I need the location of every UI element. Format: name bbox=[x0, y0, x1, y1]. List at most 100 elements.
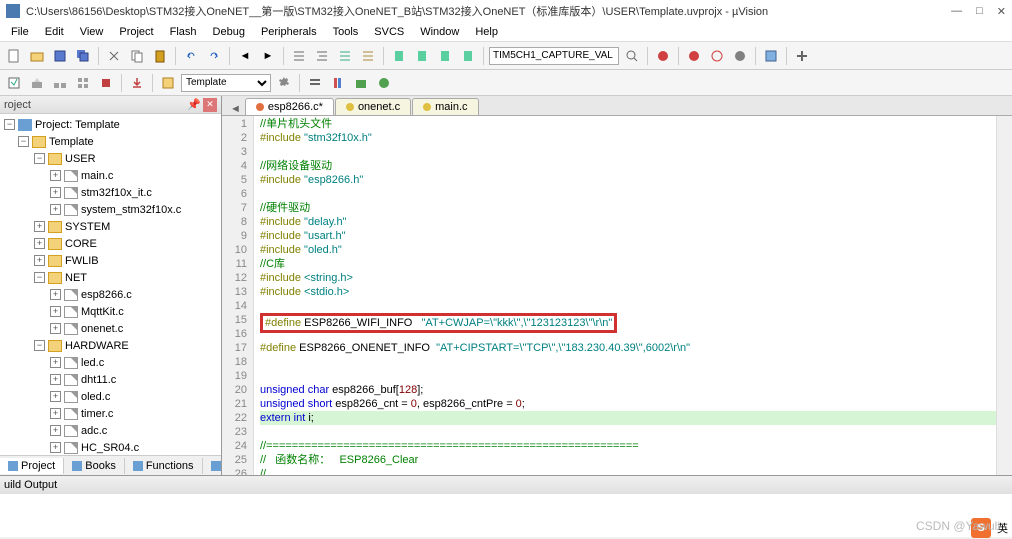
tree-file-stm32f10x_it-c[interactable]: +stm32f10x_it.c bbox=[0, 184, 221, 201]
tree-group-net[interactable]: −NET bbox=[0, 269, 221, 286]
tree-expander[interactable]: + bbox=[50, 204, 61, 215]
breakpoint-disable-icon[interactable] bbox=[707, 46, 727, 66]
find-combo[interactable] bbox=[489, 47, 619, 65]
menu-flash[interactable]: Flash bbox=[163, 24, 204, 40]
tree-expander[interactable]: − bbox=[34, 340, 45, 351]
save-all-icon[interactable] bbox=[73, 46, 93, 66]
tree-expander[interactable]: + bbox=[50, 187, 61, 198]
menu-debug[interactable]: Debug bbox=[206, 24, 252, 40]
code-line-22[interactable]: extern int i; bbox=[260, 411, 996, 425]
code-line-17[interactable]: #define ESP8266_ONENET_INFO "AT+CIPSTART… bbox=[260, 341, 996, 355]
nav-back-icon[interactable]: ◄ bbox=[235, 46, 255, 66]
menu-project[interactable]: Project bbox=[112, 24, 160, 40]
tree-expander[interactable]: + bbox=[34, 255, 45, 266]
rebuild-icon[interactable] bbox=[50, 73, 70, 93]
bookmark-icon[interactable] bbox=[389, 46, 409, 66]
tree-expander[interactable]: − bbox=[34, 153, 45, 164]
panel-tab-books[interactable]: Books bbox=[64, 458, 125, 474]
tree-group-hardware[interactable]: −HARDWARE bbox=[0, 337, 221, 354]
code-line-24[interactable]: //======================================… bbox=[260, 439, 996, 453]
tree-file-timer-c[interactable]: +timer.c bbox=[0, 405, 221, 422]
bookmark-next-icon[interactable] bbox=[435, 46, 455, 66]
tree-group-user[interactable]: −USER bbox=[0, 150, 221, 167]
tree-file-system_stm32f10x-c[interactable]: +system_stm32f10x.c bbox=[0, 201, 221, 218]
tree-file-oled-c[interactable]: +oled.c bbox=[0, 388, 221, 405]
code-line-21[interactable]: unsigned short esp8266_cnt = 0, esp8266_… bbox=[260, 397, 996, 411]
code-line-15[interactable]: #define ESP8266_WIFI_INFO "AT+CWJAP=\"kk… bbox=[260, 313, 996, 327]
tree-expander[interactable]: + bbox=[50, 170, 61, 181]
manage-icon[interactable] bbox=[305, 73, 325, 93]
tree-expander[interactable]: + bbox=[50, 425, 61, 436]
code-line-20[interactable]: unsigned char esp8266_buf[128]; bbox=[260, 383, 996, 397]
pack-icon[interactable] bbox=[351, 73, 371, 93]
tree-expander[interactable]: + bbox=[50, 289, 61, 300]
tree-group-core[interactable]: +CORE bbox=[0, 235, 221, 252]
menu-svcs[interactable]: SVCS bbox=[367, 24, 411, 40]
tree-expander[interactable]: + bbox=[34, 221, 45, 232]
code-line-9[interactable]: #include "usart.h" bbox=[260, 229, 996, 243]
code-line-6[interactable] bbox=[260, 187, 996, 201]
cut-icon[interactable] bbox=[104, 46, 124, 66]
panel-pin-icon[interactable]: 📌 bbox=[187, 98, 201, 112]
bookmark-clear-icon[interactable] bbox=[458, 46, 478, 66]
download-icon[interactable] bbox=[127, 73, 147, 93]
menu-help[interactable]: Help bbox=[468, 24, 505, 40]
tree-group-fwlib[interactable]: +FWLIB bbox=[0, 252, 221, 269]
tree-expander[interactable]: + bbox=[50, 391, 61, 402]
books-icon[interactable] bbox=[328, 73, 348, 93]
breakpoint-kill-icon[interactable] bbox=[730, 46, 750, 66]
find-icon[interactable] bbox=[622, 46, 642, 66]
file-tab-onenetc[interactable]: onenet.c bbox=[335, 98, 411, 115]
window-icon[interactable] bbox=[761, 46, 781, 66]
new-file-icon[interactable] bbox=[4, 46, 24, 66]
code-line-7[interactable]: //硬件驱动 bbox=[260, 201, 996, 215]
target-select[interactable]: Template bbox=[181, 74, 271, 92]
options-icon[interactable] bbox=[274, 73, 294, 93]
tree-group-system[interactable]: +SYSTEM bbox=[0, 218, 221, 235]
code-line-23[interactable] bbox=[260, 425, 996, 439]
menu-file[interactable]: File bbox=[4, 24, 36, 40]
copy-icon[interactable] bbox=[127, 46, 147, 66]
panel-tab-functions[interactable]: Functions bbox=[125, 458, 203, 474]
comment-icon[interactable] bbox=[335, 46, 355, 66]
menu-window[interactable]: Window bbox=[413, 24, 466, 40]
batch-build-icon[interactable] bbox=[73, 73, 93, 93]
nav-fwd-icon[interactable]: ► bbox=[258, 46, 278, 66]
tree-expander[interactable]: + bbox=[50, 323, 61, 334]
menu-peripherals[interactable]: Peripherals bbox=[254, 24, 324, 40]
vertical-scrollbar[interactable] bbox=[996, 116, 1012, 475]
tree-expander[interactable]: + bbox=[50, 442, 61, 453]
code-line-12[interactable]: #include <string.h> bbox=[260, 271, 996, 285]
close-button[interactable]: ✕ bbox=[997, 5, 1006, 18]
ime-indicator[interactable]: 英 bbox=[997, 520, 1008, 536]
code-line-19[interactable] bbox=[260, 369, 996, 383]
tree-expander[interactable]: + bbox=[34, 238, 45, 249]
tree-target[interactable]: −Template bbox=[0, 133, 221, 150]
code-line-13[interactable]: #include <stdio.h> bbox=[260, 285, 996, 299]
translate-icon[interactable] bbox=[4, 73, 24, 93]
tree-expander[interactable]: − bbox=[34, 272, 45, 283]
tree-expander[interactable]: − bbox=[18, 136, 29, 147]
build-icon[interactable] bbox=[27, 73, 47, 93]
code-line-25[interactable]: // 函数名称： ESP8266_Clear bbox=[260, 453, 996, 467]
tree-expander[interactable]: + bbox=[50, 374, 61, 385]
tree-expander[interactable]: + bbox=[50, 408, 61, 419]
code-line-5[interactable]: #include "esp8266.h" bbox=[260, 173, 996, 187]
file-tab-mainc[interactable]: main.c bbox=[412, 98, 478, 115]
tree-expander[interactable]: + bbox=[50, 357, 61, 368]
tree-file-dht11-c[interactable]: +dht11.c bbox=[0, 371, 221, 388]
code-line-2[interactable]: #include "stm32f10x.h" bbox=[260, 131, 996, 145]
uncomment-icon[interactable] bbox=[358, 46, 378, 66]
open-file-icon[interactable] bbox=[27, 46, 47, 66]
project-tree[interactable]: −Project: Template−Template−USER+main.c+… bbox=[0, 114, 221, 455]
bookmark-prev-icon[interactable] bbox=[412, 46, 432, 66]
stop-build-icon[interactable] bbox=[96, 73, 116, 93]
code-line-8[interactable]: #include "delay.h" bbox=[260, 215, 996, 229]
tree-expander[interactable]: + bbox=[50, 306, 61, 317]
code-line-18[interactable] bbox=[260, 355, 996, 369]
target-options-icon[interactable] bbox=[158, 73, 178, 93]
file-tab-esp8266c[interactable]: esp8266.c* bbox=[245, 98, 334, 115]
tab-nav-left-icon[interactable]: ◄ bbox=[230, 103, 241, 115]
breakpoint-icon[interactable] bbox=[684, 46, 704, 66]
tree-file-led-c[interactable]: +led.c bbox=[0, 354, 221, 371]
